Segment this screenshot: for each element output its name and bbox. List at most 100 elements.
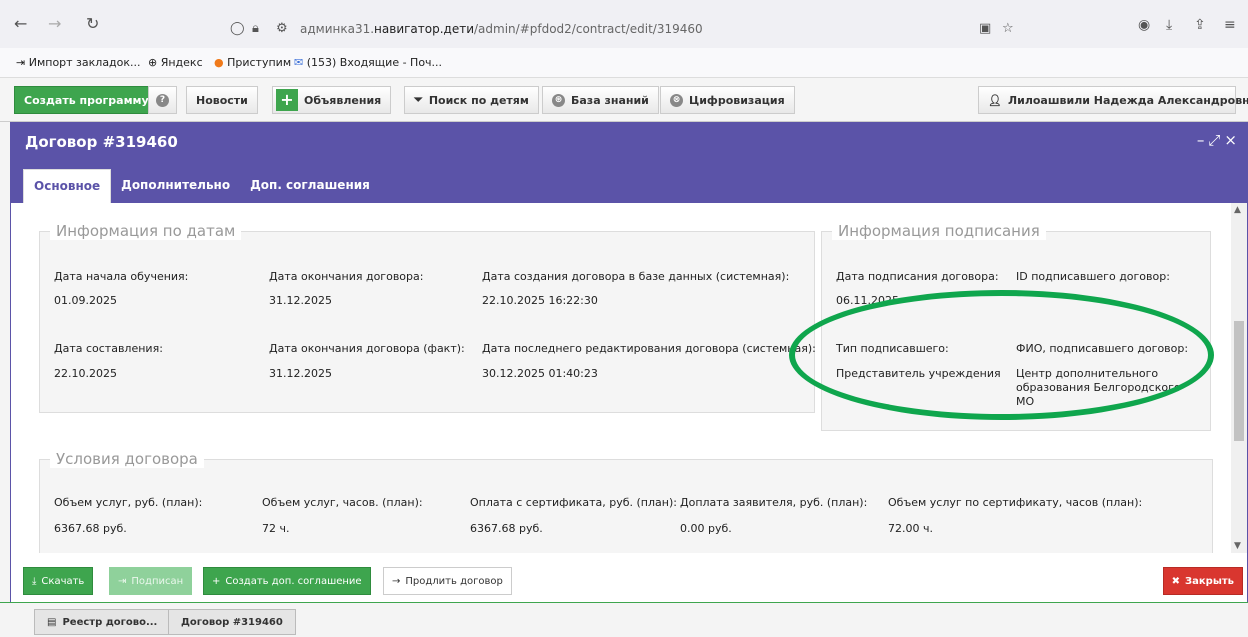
menu-icon[interactable]: ≡ bbox=[1224, 17, 1236, 33]
document-icon: ▤ bbox=[47, 616, 57, 628]
study-start-value: 01.09.2025 bbox=[54, 294, 117, 307]
scroll-down-icon[interactable]: ▼ bbox=[1234, 541, 1241, 551]
window-controls: –⤢× bbox=[1197, 131, 1241, 149]
button-label: Создать программу bbox=[24, 93, 149, 107]
taskbar-label: Реестр догово... bbox=[62, 616, 158, 628]
taskbar-contract[interactable]: Договор #319460 bbox=[168, 609, 296, 635]
contract-end-label: Дата окончания договора: bbox=[269, 270, 424, 283]
maximize-icon[interactable]: ⤢ bbox=[1208, 131, 1224, 149]
announcements-button[interactable]: + Объявления bbox=[272, 86, 392, 114]
dialog-footer: ⤓ Скачать ⇥ Подписан + Создать доп. соглаше… bbox=[11, 563, 1247, 603]
minimize-icon[interactable]: – bbox=[1197, 131, 1209, 149]
signer-id-label: ID подписавшего договор: bbox=[1016, 270, 1170, 283]
created-db-label: Дата создания договора в базе данных (си… bbox=[482, 270, 790, 283]
lifebuoy-icon: ⊛ bbox=[552, 93, 565, 107]
button-label: База знаний bbox=[571, 93, 649, 107]
bookmarks-bar: ⇥ Импорт закладок... ⊕ Яндекс ● Приступи… bbox=[0, 48, 1248, 78]
user-menu-button[interactable]: 👤︎Лилоашвили Надежда Александровна▽ bbox=[978, 86, 1248, 114]
button-label: Скачать bbox=[41, 575, 85, 587]
volume-hours-value: 72 ч. bbox=[262, 522, 290, 535]
button-label: Цифровизация bbox=[689, 93, 785, 107]
button-label: Продлить договор bbox=[405, 575, 503, 587]
compiled-value: 22.10.2025 bbox=[54, 367, 117, 380]
content-scrollbar[interactable]: ▲ ▼ bbox=[1231, 203, 1247, 553]
volume-rub-value: 6367.68 руб. bbox=[54, 522, 127, 535]
search-children-button[interactable]: ⏷ Поиск по детям bbox=[404, 86, 539, 114]
url-prefix: админка31. bbox=[300, 22, 375, 36]
tab-main[interactable]: Основное bbox=[23, 169, 112, 203]
app-toolbar: Создать программу ? Новости + Объявления … bbox=[0, 78, 1248, 122]
permissions-icon: ⚙ bbox=[276, 21, 288, 36]
help-button[interactable]: ? bbox=[148, 86, 177, 114]
create-addendum-button[interactable]: + Создать доп. соглашение bbox=[203, 567, 371, 595]
created-db-value: 22.10.2025 16:22:30 bbox=[482, 294, 598, 307]
dialog-title: Договор #319460 bbox=[25, 133, 178, 151]
bookmark-yandex[interactable]: ⊕ Яндекс bbox=[148, 56, 203, 69]
button-label: Объявления bbox=[304, 93, 382, 107]
volume-hours-label: Объем услуг, часов. (план): bbox=[262, 496, 423, 509]
sign-group: Информация подписания Дата подписания до… bbox=[821, 222, 1211, 431]
scroll-up-icon[interactable]: ▲ bbox=[1234, 205, 1241, 215]
plus-icon: + bbox=[212, 575, 221, 587]
tab-addendums[interactable]: Доп. соглашения bbox=[240, 169, 380, 203]
button-label: Новости bbox=[196, 93, 248, 107]
url-domain: навигатор.дети bbox=[374, 22, 475, 36]
download-button[interactable]: ⤓ Скачать bbox=[23, 567, 94, 595]
dates-group-title: Информация по датам bbox=[50, 222, 242, 240]
help-icon: ? bbox=[156, 93, 169, 107]
last-edit-label: Дата последнего редактирования договора … bbox=[482, 342, 816, 355]
start-icon: ● bbox=[214, 56, 224, 69]
sign-date-value: 06.11.2025 bbox=[836, 294, 899, 307]
extend-contract-button[interactable]: → Продлить договор bbox=[383, 567, 512, 595]
volume-rub-label: Объем услуг, руб. (план): bbox=[54, 496, 203, 509]
signer-type-value: Представитель учреждения bbox=[836, 367, 1001, 380]
news-button[interactable]: Новости bbox=[186, 86, 258, 114]
sign-group-title: Информация подписания bbox=[832, 222, 1046, 240]
signed-button: ⇥ Подписан bbox=[109, 567, 193, 595]
last-edit-value: 30.12.2025 01:40:23 bbox=[482, 367, 598, 380]
dialog-header: Договор #319460 –⤢× Основное Дополнитель… bbox=[11, 123, 1247, 203]
digitalization-icon: ⊗ bbox=[670, 93, 683, 107]
address-bar[interactable]: ◯ 🔒︎ ⚙ админка31.навигатор.дети/admin/#p… bbox=[222, 17, 1022, 43]
close-button[interactable]: ✖ Закрыть bbox=[1162, 567, 1243, 595]
button-label: Создать доп. соглашение bbox=[225, 575, 362, 587]
plus-icon: + bbox=[276, 89, 298, 111]
digitalization-button[interactable]: ⊗ Цифровизация bbox=[660, 86, 795, 114]
window-taskbar: ▤ Реестр догово... Договор #319460 bbox=[0, 602, 1248, 637]
button-label: Поиск по детям bbox=[428, 93, 529, 107]
bookmark-import[interactable]: ⇥ Импорт закладок... bbox=[16, 56, 141, 69]
funnel-icon: ⏷ bbox=[414, 93, 423, 106]
sign-in-icon: ⇥ bbox=[118, 575, 127, 587]
close-icon[interactable]: × bbox=[1224, 131, 1241, 149]
study-start-label: Дата начала обучения: bbox=[54, 270, 189, 283]
share-icon[interactable]: ⇪ bbox=[1194, 17, 1206, 33]
scroll-thumb[interactable] bbox=[1234, 321, 1244, 441]
button-label: Закрыть bbox=[1185, 575, 1234, 587]
back-icon[interactable]: ← bbox=[14, 14, 27, 33]
tab-additional[interactable]: Дополнительно bbox=[111, 169, 240, 203]
browser-toolbar: ← → ↻ ◯ 🔒︎ ⚙ админка31.навигатор.дети/ad… bbox=[0, 0, 1248, 48]
taskbar-registry[interactable]: ▤ Реестр догово... bbox=[34, 609, 171, 635]
bookmark-label: (153) Входящие - Поч... bbox=[306, 56, 443, 69]
reader-icon[interactable]: ▣ bbox=[979, 21, 991, 36]
bookmark-start[interactable]: ● Приступим bbox=[214, 56, 291, 69]
dialog-tabs: Основное Дополнительно Доп. соглашения bbox=[23, 169, 380, 203]
url-path: /admin/#pfdod2/contract/edit/319460 bbox=[474, 22, 703, 36]
contract-dialog: Договор #319460 –⤢× Основное Дополнитель… bbox=[10, 122, 1248, 603]
create-program-button[interactable]: Создать программу bbox=[14, 86, 159, 114]
taskbar-label: Договор #319460 bbox=[181, 616, 283, 628]
applicant-payment-label: Доплата заявителя, руб. (план): bbox=[680, 496, 868, 509]
terms-group-title: Условия договора bbox=[50, 450, 204, 468]
bookmark-star-icon[interactable]: ☆ bbox=[1002, 21, 1014, 36]
forward-icon[interactable]: → bbox=[48, 14, 61, 33]
user-icon: 👤︎ bbox=[988, 93, 1002, 107]
account-icon[interactable]: ◉ bbox=[1138, 17, 1150, 33]
reload-icon[interactable]: ↻ bbox=[86, 14, 99, 33]
bookmark-inbox[interactable]: ✉ (153) Входящие - Поч... bbox=[294, 56, 442, 69]
knowledge-base-button[interactable]: ⊛ База знаний bbox=[542, 86, 659, 114]
terms-group: Условия договора Объем услуг, руб. (план… bbox=[39, 450, 1213, 553]
downloads-icon[interactable]: ⤓ bbox=[1166, 17, 1172, 33]
cert-hours-value: 72.00 ч. bbox=[888, 522, 933, 535]
sign-date-label: Дата подписания договора: bbox=[836, 270, 999, 283]
contract-end-value: 31.12.2025 bbox=[269, 294, 332, 307]
